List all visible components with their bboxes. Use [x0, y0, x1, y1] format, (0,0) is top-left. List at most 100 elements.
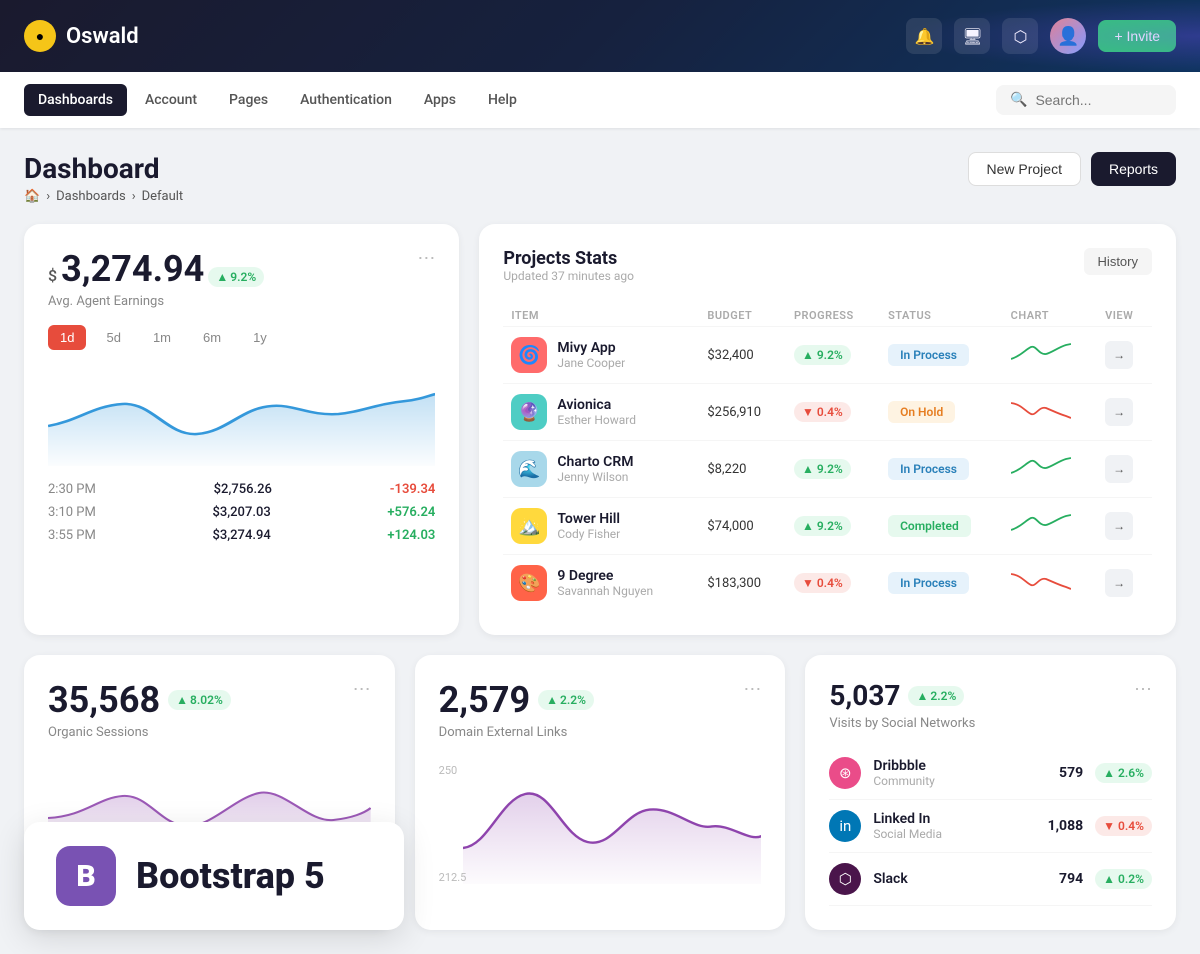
- project-arrow-button[interactable]: →: [1105, 341, 1133, 369]
- project-chart: [1003, 384, 1097, 441]
- project-icon: 🔮: [511, 394, 547, 430]
- period-1y[interactable]: 1y: [241, 325, 279, 350]
- project-item-cell: 🌀 Mivy App Jane Cooper: [511, 337, 691, 373]
- domain-more-button[interactable]: ⋯: [743, 679, 761, 700]
- project-owner: Esther Howard: [557, 413, 636, 427]
- social-network-row: in Linked In Social Media 1,088 ▼ 0.4%: [829, 800, 1152, 853]
- breadcrumb-default: Default: [142, 189, 184, 204]
- social-list: ⊛ Dribbble Community 579 ▲ 2.6% in Linke…: [829, 747, 1152, 906]
- search-input[interactable]: [1035, 92, 1162, 108]
- projects-updated: Updated 37 minutes ago: [503, 269, 634, 283]
- nav-actions: 🔔 🖥 ⬡ 👤 + Invite: [906, 18, 1176, 54]
- col-view: VIEW: [1097, 305, 1152, 327]
- period-6m[interactable]: 6m: [191, 325, 233, 350]
- reports-button[interactable]: Reports: [1091, 152, 1176, 186]
- logo-text: Oswald: [66, 24, 139, 49]
- project-arrow-button[interactable]: →: [1105, 512, 1133, 540]
- earnings-more-button[interactable]: ⋯: [417, 248, 435, 269]
- logo-area: ● Oswald: [24, 20, 139, 52]
- time-row-3: 3:55 PM $3,274.94 +124.03: [48, 528, 435, 543]
- social-network-row: ⊛ Dribbble Community 579 ▲ 2.6%: [829, 747, 1152, 800]
- project-owner: Jenny Wilson: [557, 470, 633, 484]
- history-button[interactable]: History: [1084, 248, 1152, 275]
- project-progress: ▲ 9.2%: [786, 441, 880, 498]
- project-arrow-button[interactable]: →: [1105, 398, 1133, 426]
- time-row-2: 3:10 PM $3,207.03 +576.24: [48, 505, 435, 520]
- breadcrumb-dashboards: Dashboards: [56, 189, 126, 204]
- social-count: 579: [1059, 765, 1083, 781]
- project-chart: [1003, 498, 1097, 555]
- status-badge: In Process: [888, 344, 969, 366]
- project-budget: $74,000: [699, 498, 786, 555]
- project-name: Charto CRM: [557, 454, 633, 470]
- project-budget: $8,220: [699, 441, 786, 498]
- earnings-card: $ 3,274.94 ▲ 9.2% Avg. Agent Earnings ⋯ …: [24, 224, 459, 635]
- social-name: Linked In: [873, 811, 942, 827]
- project-chart: [1003, 327, 1097, 384]
- project-status: In Process: [880, 555, 1003, 612]
- project-budget: $256,910: [699, 384, 786, 441]
- project-status: Completed: [880, 498, 1003, 555]
- page-title: Dashboard: [24, 152, 183, 185]
- project-progress: ▲ 9.2%: [786, 498, 880, 555]
- social-sub: Community: [873, 774, 934, 788]
- monitor-icon[interactable]: 🖥: [954, 18, 990, 54]
- social-icon: ⊛: [829, 757, 861, 789]
- period-5d[interactable]: 5d: [94, 325, 132, 350]
- project-arrow-button[interactable]: →: [1105, 455, 1133, 483]
- project-icon: 🎨: [511, 565, 547, 601]
- project-item-cell: 🏔️ Tower Hill Cody Fisher: [511, 508, 691, 544]
- nav-item-dashboards[interactable]: Dashboards: [24, 84, 127, 116]
- domain-value: 2,579: [439, 679, 530, 721]
- project-budget: $32,400: [699, 327, 786, 384]
- social-more-button[interactable]: ⋯: [1134, 679, 1152, 700]
- nav-item-apps[interactable]: Apps: [410, 84, 470, 116]
- project-name: Avionica: [557, 397, 636, 413]
- nav-item-pages[interactable]: Pages: [215, 84, 282, 116]
- status-badge: In Process: [888, 458, 969, 480]
- table-row: 🌊 Charto CRM Jenny Wilson $8,220 ▲ 9.2% …: [503, 441, 1152, 498]
- search-area: 🔍: [996, 85, 1176, 115]
- time-rows: 2:30 PM $2,756.26 -139.34 3:10 PM $3,207…: [48, 482, 435, 543]
- project-progress: ▼ 0.4%: [786, 555, 880, 612]
- avatar[interactable]: 👤: [1050, 18, 1086, 54]
- col-progress: PROGRESS: [786, 305, 880, 327]
- project-view: →: [1097, 327, 1152, 384]
- share-icon[interactable]: ⬡: [1002, 18, 1038, 54]
- project-status: In Process: [880, 327, 1003, 384]
- table-row: 🏔️ Tower Hill Cody Fisher $74,000 ▲ 9.2%…: [503, 498, 1152, 555]
- social-value: 5,037: [829, 679, 900, 712]
- social-icon: in: [829, 810, 861, 842]
- status-badge: In Process: [888, 572, 969, 594]
- table-row: 🔮 Avionica Esther Howard $256,910 ▼ 0.4%…: [503, 384, 1152, 441]
- bootstrap-text: Bootstrap 5: [136, 855, 325, 897]
- domain-badge: ▲ 2.2%: [538, 690, 594, 710]
- new-project-button[interactable]: New Project: [968, 152, 1081, 186]
- domain-card: 2,579 ▲ 2.2% Domain External Links ⋯ 250…: [415, 655, 786, 930]
- nav-item-account[interactable]: Account: [131, 84, 211, 116]
- projects-header: Projects Stats Updated 37 minutes ago Hi…: [503, 248, 1152, 299]
- project-item-cell: 🎨 9 Degree Savannah Nguyen: [511, 565, 691, 601]
- table-row: 🌀 Mivy App Jane Cooper $32,400 ▲ 9.2% In…: [503, 327, 1152, 384]
- project-icon: 🌊: [511, 451, 547, 487]
- period-1d[interactable]: 1d: [48, 325, 86, 350]
- social-network-row: ⬡ Slack 794 ▲ 0.2%: [829, 853, 1152, 906]
- main-content: Dashboard 🏠 › Dashboards › Default New P…: [0, 128, 1200, 954]
- invite-button[interactable]: + Invite: [1098, 20, 1176, 52]
- project-item-cell: 🔮 Avionica Esther Howard: [511, 394, 691, 430]
- project-view: →: [1097, 441, 1152, 498]
- status-badge: Completed: [888, 515, 971, 537]
- nav-item-help[interactable]: Help: [474, 84, 531, 116]
- sessions-more-button[interactable]: ⋯: [353, 679, 371, 700]
- projects-table: ITEM BUDGET PROGRESS STATUS CHART VIEW 🌀…: [503, 305, 1152, 611]
- bootstrap-icon: B: [56, 846, 116, 906]
- project-name: Tower Hill: [557, 511, 620, 527]
- social-count: 794: [1059, 871, 1083, 887]
- period-1m[interactable]: 1m: [141, 325, 183, 350]
- nav-item-authentication[interactable]: Authentication: [286, 84, 406, 116]
- sessions-card: 35,568 ▲ 8.02% Organic Sessions ⋯: [24, 655, 395, 930]
- project-view: →: [1097, 384, 1152, 441]
- notification-icon[interactable]: 🔔: [906, 18, 942, 54]
- project-arrow-button[interactable]: →: [1105, 569, 1133, 597]
- time-row-1: 2:30 PM $2,756.26 -139.34: [48, 482, 435, 497]
